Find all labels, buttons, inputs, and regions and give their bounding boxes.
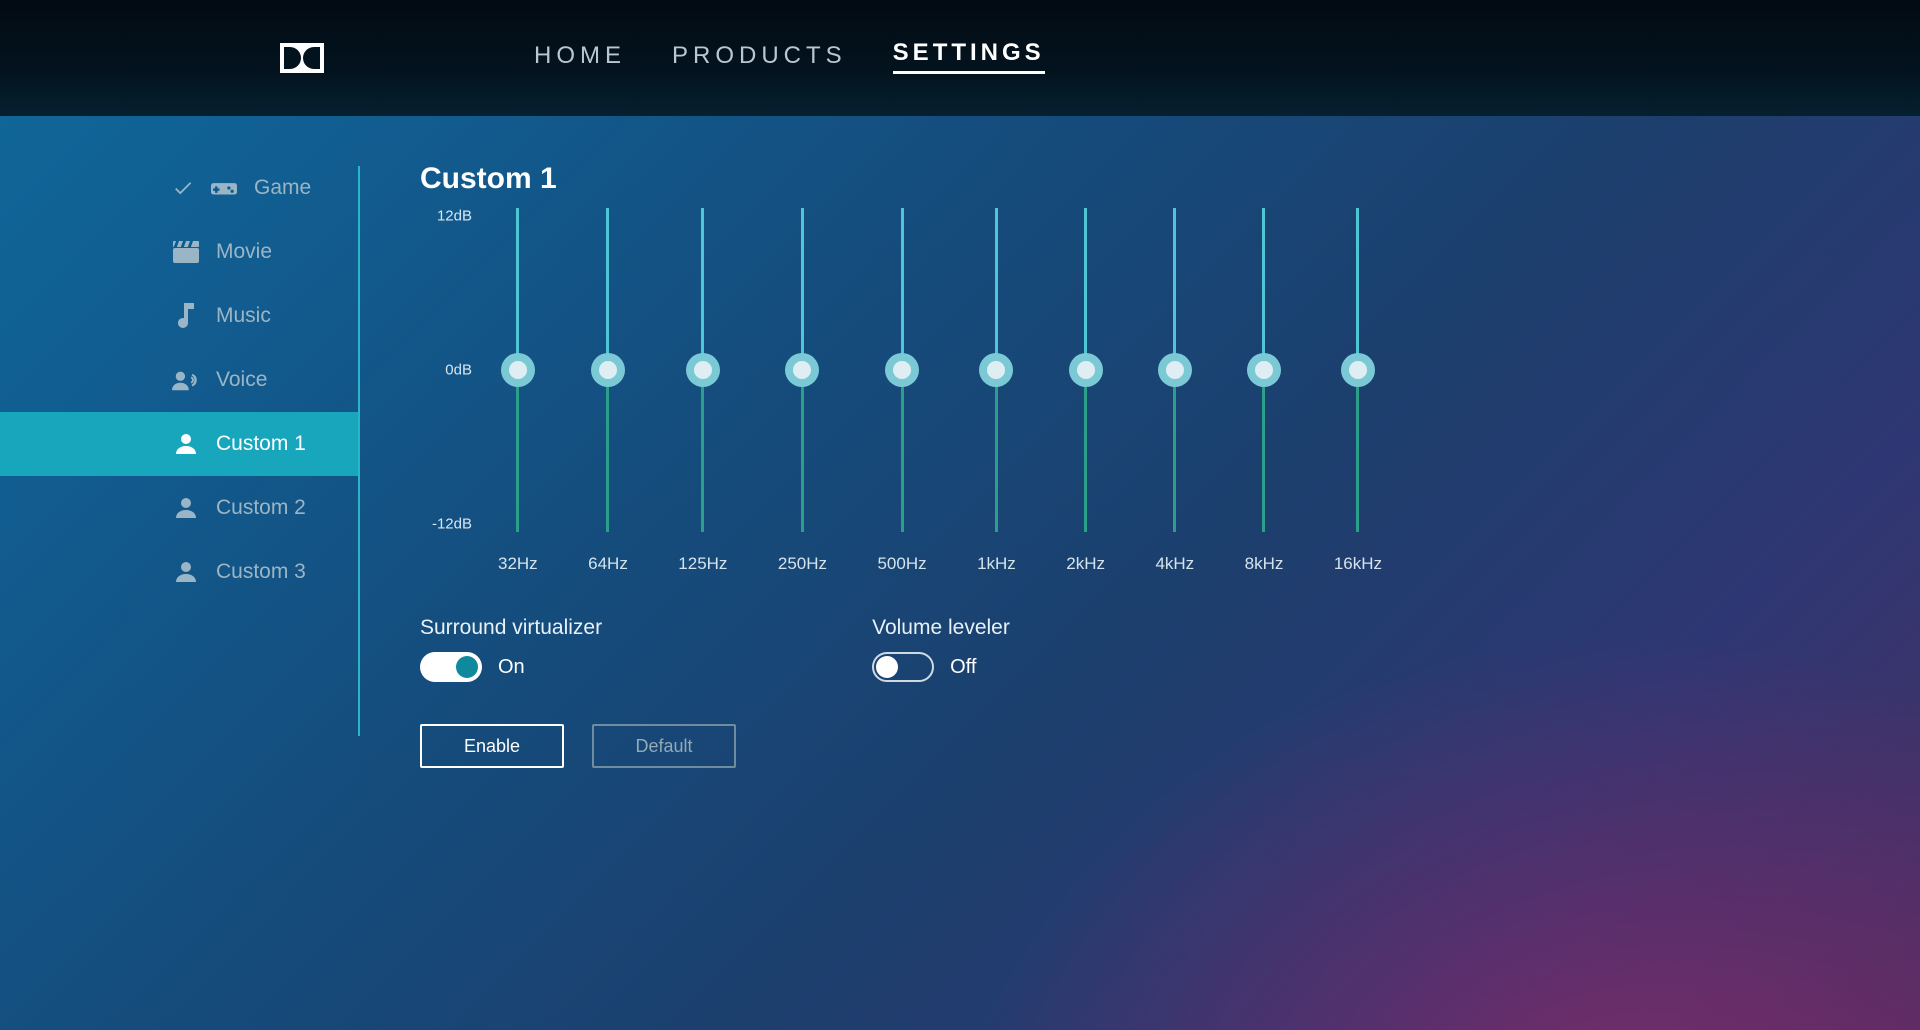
eq-slider[interactable] <box>701 208 704 532</box>
clapper-icon <box>172 241 200 263</box>
person-icon <box>172 432 200 456</box>
panel-title: Custom 1 <box>420 162 1920 196</box>
eq-thumb[interactable] <box>979 353 1013 387</box>
eq-freq-label: 2kHz <box>1066 554 1105 574</box>
eq-band-1khz: 1kHz <box>977 208 1016 574</box>
nav-home[interactable]: HOME <box>534 42 626 74</box>
sidebar-item-label: Game <box>254 176 311 200</box>
eq-band-4khz: 4kHz <box>1155 208 1194 574</box>
app-header: HOME PRODUCTS SETTINGS <box>0 0 1920 116</box>
equalizer: 12dB 0dB -12dB 32Hz 64Hz 125Hz 250Hz 500Hz 1k… <box>420 208 1920 574</box>
eq-y-top: 12dB <box>437 208 472 225</box>
eq-slider[interactable] <box>1262 208 1265 532</box>
volume-leveler-state: Off <box>950 656 976 679</box>
main-nav: HOME PRODUCTS SETTINGS <box>534 0 1045 116</box>
eq-y-mid: 0dB <box>445 362 472 379</box>
eq-thumb[interactable] <box>1069 353 1103 387</box>
eq-band-32hz: 32Hz <box>498 208 538 574</box>
content-area: Game Movie Music Voice Custom 1 Custom 2 Custo… <box>0 116 1920 768</box>
eq-freq-label: 32Hz <box>498 554 538 574</box>
eq-freq-label: 500Hz <box>877 554 926 574</box>
eq-freq-label: 125Hz <box>678 554 727 574</box>
sidebar-item-label: Music <box>216 304 271 328</box>
enable-button[interactable]: Enable <box>420 724 564 768</box>
person-icon <box>172 496 200 520</box>
eq-band-2khz: 2kHz <box>1066 208 1105 574</box>
eq-y-axis: 12dB 0dB -12dB <box>420 208 480 532</box>
surround-virtualizer-state: On <box>498 656 525 679</box>
eq-thumb[interactable] <box>1247 353 1281 387</box>
eq-slider[interactable] <box>606 208 609 532</box>
toggles-row: Surround virtualizer On Volume leveler O… <box>420 616 1920 682</box>
sidebar-item-custom-3[interactable]: Custom 3 <box>0 540 360 604</box>
eq-slider[interactable] <box>801 208 804 532</box>
check-icon <box>172 177 194 199</box>
sidebar-item-label: Custom 1 <box>216 432 306 456</box>
sidebar-item-movie[interactable]: Movie <box>0 220 360 284</box>
sidebar-item-label: Voice <box>216 368 267 392</box>
nav-products[interactable]: PRODUCTS <box>672 42 847 74</box>
eq-slider[interactable] <box>995 208 998 532</box>
eq-thumb[interactable] <box>501 353 535 387</box>
eq-thumb[interactable] <box>1341 353 1375 387</box>
action-buttons: Enable Default <box>420 724 1920 768</box>
volume-leveler-group: Volume leveler Off <box>872 616 1010 682</box>
eq-band-125hz: 125Hz <box>678 208 727 574</box>
sidebar-divider <box>358 166 360 736</box>
sidebar-item-label: Movie <box>216 240 272 264</box>
eq-slider[interactable] <box>1356 208 1359 532</box>
volume-leveler-label: Volume leveler <box>872 616 1010 640</box>
voice-icon <box>172 369 200 391</box>
eq-sliders: 32Hz 64Hz 125Hz 250Hz 500Hz 1kHz 2kHz 4kHz 8kHz 1… <box>480 208 1400 574</box>
eq-slider[interactable] <box>1084 208 1087 532</box>
eq-slider[interactable] <box>901 208 904 532</box>
sidebar-item-label: Custom 3 <box>216 560 306 584</box>
eq-band-64hz: 64Hz <box>588 208 628 574</box>
default-button[interactable]: Default <box>592 724 736 768</box>
eq-band-16khz: 16kHz <box>1334 208 1382 574</box>
nav-settings[interactable]: SETTINGS <box>893 39 1045 74</box>
dolby-logo <box>280 43 324 73</box>
eq-thumb[interactable] <box>591 353 625 387</box>
eq-slider[interactable] <box>516 208 519 532</box>
settings-panel: Custom 1 12dB 0dB -12dB 32Hz 64Hz 125Hz 250… <box>360 156 1920 768</box>
eq-freq-label: 8kHz <box>1245 554 1284 574</box>
eq-band-8khz: 8kHz <box>1245 208 1284 574</box>
eq-thumb[interactable] <box>885 353 919 387</box>
sidebar-item-voice[interactable]: Voice <box>0 348 360 412</box>
music-note-icon <box>172 303 200 329</box>
sidebar-item-custom-1[interactable]: Custom 1 <box>0 412 360 476</box>
surround-virtualizer-toggle[interactable] <box>420 652 482 682</box>
sidebar-item-music[interactable]: Music <box>0 284 360 348</box>
gamepad-icon <box>210 178 238 198</box>
eq-thumb[interactable] <box>686 353 720 387</box>
eq-freq-label: 1kHz <box>977 554 1016 574</box>
eq-freq-label: 4kHz <box>1155 554 1194 574</box>
eq-thumb[interactable] <box>1158 353 1192 387</box>
eq-freq-label: 64Hz <box>588 554 628 574</box>
eq-band-500hz: 500Hz <box>877 208 926 574</box>
sidebar-item-game[interactable]: Game <box>0 156 360 220</box>
sidebar-item-label: Custom 2 <box>216 496 306 520</box>
volume-leveler-toggle[interactable] <box>872 652 934 682</box>
eq-y-bot: -12dB <box>432 516 472 533</box>
eq-freq-label: 250Hz <box>778 554 827 574</box>
eq-freq-label: 16kHz <box>1334 554 1382 574</box>
eq-band-250hz: 250Hz <box>778 208 827 574</box>
sidebar-item-custom-2[interactable]: Custom 2 <box>0 476 360 540</box>
person-icon <box>172 560 200 584</box>
surround-virtualizer-label: Surround virtualizer <box>420 616 602 640</box>
eq-thumb[interactable] <box>785 353 819 387</box>
surround-virtualizer-group: Surround virtualizer On <box>420 616 602 682</box>
sidebar: Game Movie Music Voice Custom 1 Custom 2 Custo… <box>0 156 360 768</box>
eq-slider[interactable] <box>1173 208 1176 532</box>
